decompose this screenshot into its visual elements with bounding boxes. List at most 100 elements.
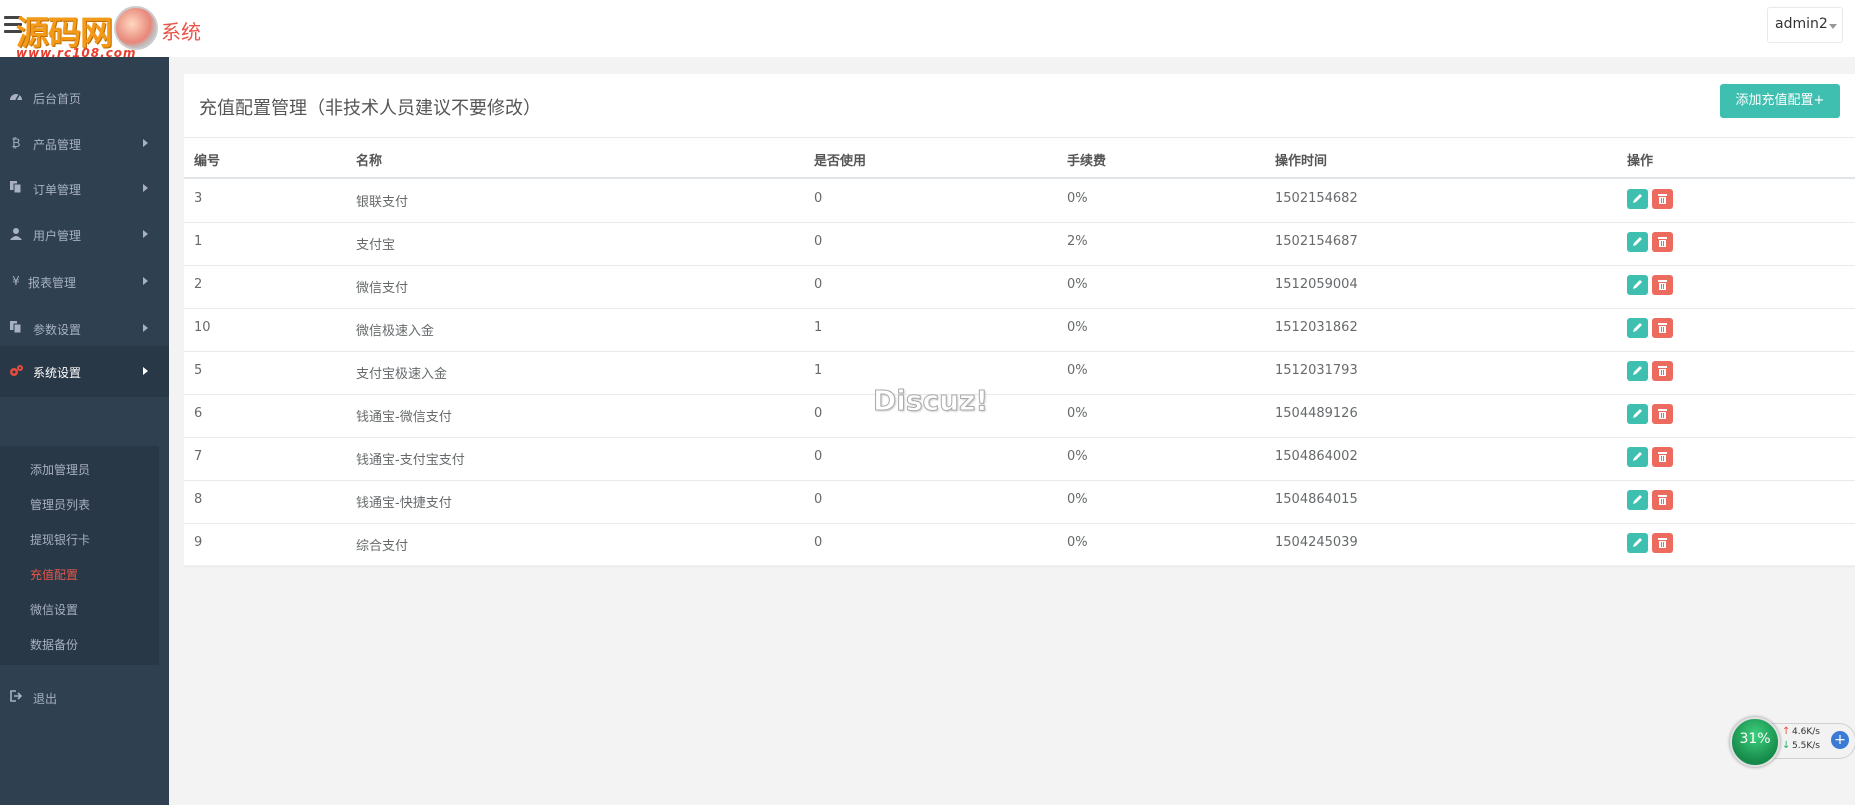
cell-used: 0 (814, 277, 823, 292)
cell-id: 9 (194, 535, 203, 550)
table-row: 8 钱通宝-快捷支付 0 0% 1504864015 (184, 480, 1855, 524)
sidebar-item-label: 产品管理 (33, 138, 82, 152)
chevron-right-icon (143, 184, 148, 192)
cell-fee: 0% (1067, 492, 1088, 507)
pencil-icon (1633, 366, 1642, 375)
submenu-data-backup[interactable]: 数据备份 (30, 636, 78, 653)
cell-fee: 0% (1067, 449, 1088, 464)
column-header-id: 编号 (194, 154, 221, 169)
edit-button[interactable] (1627, 533, 1648, 553)
cell-fee: 0% (1067, 535, 1088, 550)
edit-button[interactable] (1627, 404, 1648, 424)
delete-button[interactable] (1652, 533, 1673, 553)
cell-name: 微信极速入金 (356, 324, 435, 339)
plus-icon[interactable]: + (1831, 731, 1849, 749)
submenu-admin-list[interactable]: 管理员列表 (30, 496, 90, 513)
delete-button[interactable] (1652, 447, 1673, 467)
yen-icon: ¥ (12, 274, 20, 288)
column-header-name: 名称 (356, 154, 383, 169)
system-submenu (0, 446, 159, 665)
sidebar-item-orders[interactable]: 订单管理 (0, 169, 169, 209)
sidebar: 后台首页 ₿ 产品管理 订单管理 用户管理 ¥ 报表管理 参数设置 系统设置 添… (0, 57, 169, 805)
sidebar-item-logout[interactable]: 退出 (0, 678, 169, 718)
dashboard-icon (9, 90, 23, 104)
sidebar-item-products[interactable]: ₿ 产品管理 (0, 124, 169, 164)
arrow-up-icon: ↑ (1782, 726, 1791, 737)
add-recharge-config-button[interactable]: 添加充值配置+ (1720, 84, 1840, 118)
cell-time: 1504489126 (1275, 406, 1358, 421)
edit-button[interactable] (1627, 318, 1648, 338)
cell-id: 7 (194, 449, 203, 464)
sidebar-item-dashboard[interactable]: 后台首页 (0, 78, 169, 118)
cell-fee: 0% (1067, 320, 1088, 335)
upload-speed: 4.6K/s (1792, 727, 1820, 737)
edit-button[interactable] (1627, 232, 1648, 252)
trash-icon (1658, 237, 1667, 247)
chevron-right-icon (143, 277, 148, 285)
cell-used: 0 (814, 406, 823, 421)
sidebar-item-reports[interactable]: ¥ 报表管理 (0, 262, 169, 302)
cell-name: 钱通宝-微信支付 (356, 410, 452, 425)
network-monitor-widget[interactable]: 31% ↑ 4.6K/s ↓ 5.5K/s + (1730, 717, 1855, 767)
column-header-used: 是否使用 (814, 154, 867, 169)
submenu-add-admin[interactable]: 添加管理员 (30, 461, 90, 478)
cell-id: 1 (194, 234, 203, 249)
delete-button[interactable] (1652, 189, 1673, 209)
sidebar-item-label: 后台首页 (33, 92, 82, 106)
cell-id: 10 (194, 320, 211, 335)
submenu-wechat-settings[interactable]: 微信设置 (30, 601, 78, 618)
trash-icon (1658, 452, 1667, 462)
pencil-icon (1633, 409, 1642, 418)
edit-button[interactable] (1627, 189, 1648, 209)
copy-icon (9, 321, 23, 335)
pencil-icon (1633, 323, 1642, 332)
submenu-recharge-config[interactable]: 充值配置 (30, 566, 78, 583)
edit-button[interactable] (1627, 275, 1648, 295)
download-speed: 5.5K/s (1792, 741, 1820, 751)
chevron-right-icon (143, 139, 148, 147)
edit-button[interactable] (1627, 361, 1648, 381)
edit-button[interactable] (1627, 490, 1648, 510)
cell-name: 银联支付 (356, 195, 409, 210)
table-row: 9 综合支付 0 0% 1504245039 (184, 523, 1855, 567)
trash-icon (1658, 409, 1667, 419)
sidebar-item-label: 订单管理 (33, 183, 82, 197)
pencil-icon (1633, 495, 1642, 504)
column-header-actions: 操作 (1627, 154, 1654, 169)
cell-fee: 2% (1067, 234, 1088, 249)
cell-fee: 0% (1067, 406, 1088, 421)
edit-button[interactable] (1627, 447, 1648, 467)
cell-fee: 0% (1067, 191, 1088, 206)
submenu-bank-card[interactable]: 提现银行卡 (30, 531, 90, 548)
delete-button[interactable] (1652, 490, 1673, 510)
sign-out-icon (9, 690, 23, 704)
delete-button[interactable] (1652, 232, 1673, 252)
user-dropdown[interactable]: admin2 (1767, 7, 1843, 43)
cell-time: 1512031862 (1275, 320, 1358, 335)
cell-used: 0 (814, 492, 823, 507)
cell-id: 8 (194, 492, 203, 507)
bitcoin-icon: ₿ (11, 136, 21, 150)
cell-time: 1504864002 (1275, 449, 1358, 464)
delete-button[interactable] (1652, 361, 1673, 381)
copy-icon (9, 181, 23, 195)
sidebar-item-params[interactable]: 参数设置 (0, 309, 169, 349)
sidebar-item-users[interactable]: 用户管理 (0, 215, 169, 255)
cell-time: 1512059004 (1275, 277, 1358, 292)
pencil-icon (1633, 452, 1642, 461)
delete-button[interactable] (1652, 275, 1673, 295)
sidebar-item-system[interactable]: 系统设置 (0, 346, 169, 397)
cell-id: 5 (194, 363, 203, 378)
pencil-icon (1633, 538, 1642, 547)
cell-used: 0 (814, 191, 823, 206)
cell-id: 3 (194, 191, 203, 206)
cpu-percent: 31% (1739, 731, 1771, 747)
table-row: 7 钱通宝-支付宝支付 0 0% 1504864002 (184, 437, 1855, 481)
cell-name: 钱通宝-快捷支付 (356, 496, 452, 511)
cell-time: 1512031793 (1275, 363, 1358, 378)
trash-icon (1658, 366, 1667, 376)
delete-button[interactable] (1652, 404, 1673, 424)
cell-name: 支付宝极速入金 (356, 367, 448, 382)
trash-icon (1658, 538, 1667, 548)
delete-button[interactable] (1652, 318, 1673, 338)
